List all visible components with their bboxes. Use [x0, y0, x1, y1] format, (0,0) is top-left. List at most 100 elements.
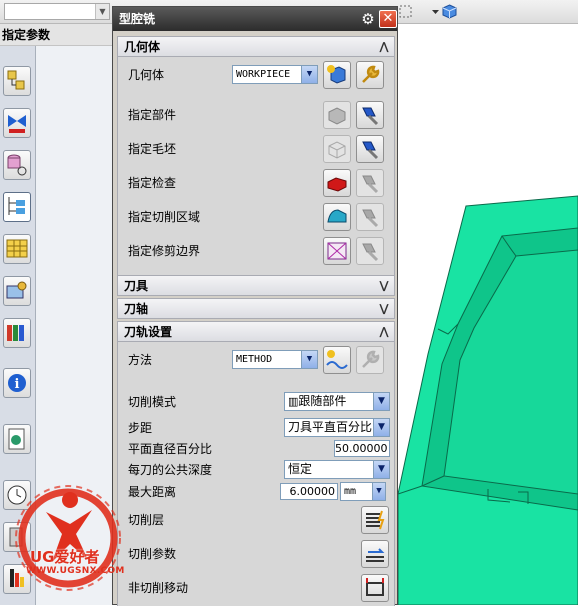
display-cut-area-button[interactable]	[356, 203, 384, 231]
part-select-icon	[328, 107, 346, 125]
section-path-settings-header[interactable]: 刀轨设置 ⋀	[117, 321, 395, 342]
web-browser-tab[interactable]	[3, 424, 31, 454]
chevron-down-icon[interactable]: ⋁	[374, 276, 394, 295]
chevron-down-icon[interactable]: ▼	[372, 483, 385, 500]
cutting-parameters-button[interactable]	[361, 540, 389, 568]
books-icon	[7, 325, 24, 341]
navigator-title: 指定参数	[0, 24, 112, 46]
new-geometry-icon	[327, 65, 346, 84]
constraint-icon	[8, 115, 26, 133]
stepover-select-value: 刀具平直百分比	[288, 420, 373, 434]
new-geometry-button[interactable]	[323, 61, 351, 89]
chevron-up-icon[interactable]: ⋀	[374, 322, 394, 341]
cube-icon[interactable]	[442, 4, 457, 19]
wrench-icon	[362, 350, 380, 368]
chevron-down-icon[interactable]: ▼	[301, 351, 317, 368]
method-select-value: METHOD	[236, 354, 273, 365]
specify-blank-label: 指定毛坯	[128, 142, 177, 156]
select-blank-button[interactable]	[323, 135, 351, 163]
info-tab[interactable]: i	[3, 368, 31, 398]
cavity-mill-dialog: 型腔铣 ⚙ ✕ 几何体 ⋀ 几何体 WORKPIECE ▼ 指定部件 指定毛坯	[112, 6, 398, 606]
history-books-tab[interactable]	[3, 318, 31, 348]
workpiece-model	[397, 195, 578, 606]
follow-part-icon: ▥	[288, 395, 299, 408]
cut-pattern-select[interactable]: ▥跟随部件 ▼	[284, 392, 390, 411]
assembly-navigator-tab[interactable]	[3, 66, 31, 96]
select-trim-boundary-button[interactable]	[323, 237, 351, 265]
chevron-down-icon[interactable]: ▼	[373, 393, 389, 410]
document-globe-icon	[8, 428, 25, 450]
select-part-button[interactable]	[323, 101, 351, 129]
max-distance-input[interactable]: 6.00000	[280, 483, 338, 500]
cutting-parameters-label: 切削参数	[128, 547, 177, 561]
section-tool-axis-header[interactable]: 刀轴 ⋁	[117, 298, 395, 319]
chevron-down-icon[interactable]: ⋁	[374, 299, 394, 318]
geometry-select[interactable]: WORKPIECE ▼	[232, 65, 318, 84]
close-icon: ✕	[382, 11, 394, 26]
operation-navigator-icon	[8, 197, 25, 215]
display-check-button[interactable]	[356, 169, 384, 197]
new-method-icon	[326, 350, 348, 369]
method-label: 方法	[128, 353, 153, 367]
logo-brand-text: UG爱好者	[30, 548, 100, 566]
cut-levels-button[interactable]	[361, 506, 389, 534]
machine-tool-navigator-tab[interactable]	[3, 234, 31, 264]
reuse-library-tab[interactable]	[3, 276, 31, 306]
display-blank-button[interactable]	[356, 135, 384, 163]
specify-trim-boundary-label: 指定修剪边界	[128, 244, 201, 258]
depth-per-cut-label: 每刀的公共深度	[128, 463, 213, 477]
graphics-window[interactable]	[397, 24, 578, 606]
ug-logo-icon	[15, 485, 121, 591]
stepover-label: 步距	[128, 421, 153, 435]
method-select[interactable]: METHOD ▼	[232, 350, 318, 369]
geometry-select-value: WORKPIECE	[236, 69, 291, 80]
snap-icon[interactable]	[398, 4, 413, 19]
section-geometry-body: 几何体 WORKPIECE ▼ 指定部件 指定毛坯 指定检查 指定切削区域 指定…	[117, 57, 395, 275]
stepover-select[interactable]: 刀具平直百分比 ▼	[284, 418, 390, 437]
cut-levels-icon	[366, 510, 385, 530]
depth-per-cut-select[interactable]: 恒定 ▼	[284, 460, 390, 479]
percent-flat-diameter-input[interactable]: 50.00000	[334, 440, 390, 457]
close-button[interactable]: ✕	[379, 10, 397, 28]
part-icon	[7, 154, 27, 176]
logo-url-text: WWW.UGSNX.COM	[26, 566, 125, 576]
display-trim-boundary-button[interactable]	[356, 237, 384, 265]
select-cut-area-button[interactable]	[323, 203, 351, 231]
new-method-button[interactable]	[323, 346, 351, 374]
max-distance-label: 最大距离	[128, 485, 177, 499]
flashlight-icon	[362, 107, 379, 126]
section-geometry-title: 几何体	[124, 40, 161, 54]
non-cutting-moves-button[interactable]	[361, 574, 389, 602]
section-path-settings-title: 刀轨设置	[124, 325, 173, 339]
non-cutting-moves-label: 非切削移动	[128, 581, 189, 595]
section-geometry-header[interactable]: 几何体 ⋀	[117, 36, 395, 57]
constraint-navigator-tab[interactable]	[3, 108, 31, 138]
chevron-down-icon[interactable]: ▼	[373, 461, 389, 478]
part-navigator-tab[interactable]	[3, 150, 31, 180]
chevron-down-icon[interactable]: ▼	[301, 66, 317, 83]
chevron-down-icon[interactable]: ▼	[95, 4, 109, 19]
info-icon: i	[8, 374, 26, 392]
edit-geometry-button[interactable]	[356, 61, 384, 89]
display-part-button[interactable]	[356, 101, 384, 129]
cut-pattern-select-value: 跟随部件	[298, 394, 347, 408]
blank-select-icon	[328, 141, 346, 159]
chevron-down-icon[interactable]: ▼	[373, 419, 389, 436]
edit-method-button[interactable]	[356, 346, 384, 374]
cutting-parameters-icon	[366, 548, 385, 562]
selection-filter-combo[interactable]: ▼	[4, 3, 110, 20]
flashlight-icon	[362, 209, 379, 228]
gear-icon[interactable]: ⚙	[359, 10, 377, 28]
section-tool-header[interactable]: 刀具 ⋁	[117, 275, 395, 296]
select-check-button[interactable]	[323, 169, 351, 197]
max-distance-unit-select[interactable]: mm ▼	[340, 482, 386, 501]
max-distance-unit-value: mm	[344, 486, 357, 497]
dialog-title-text: 型腔铣	[119, 12, 156, 26]
depth-per-cut-select-value: 恒定	[288, 462, 313, 476]
dialog-title[interactable]: 型腔铣	[113, 7, 397, 31]
section-path-settings-body: 方法 METHOD ▼ 切削模式 ▥跟随部件 ▼ 步距 刀具平直百分比 ▼ 平面…	[117, 342, 395, 606]
chevron-down-icon[interactable]	[428, 4, 443, 19]
operation-navigator-tab[interactable]	[3, 192, 31, 222]
assembly-icon	[7, 70, 25, 90]
chevron-up-icon[interactable]: ⋀	[374, 37, 394, 56]
